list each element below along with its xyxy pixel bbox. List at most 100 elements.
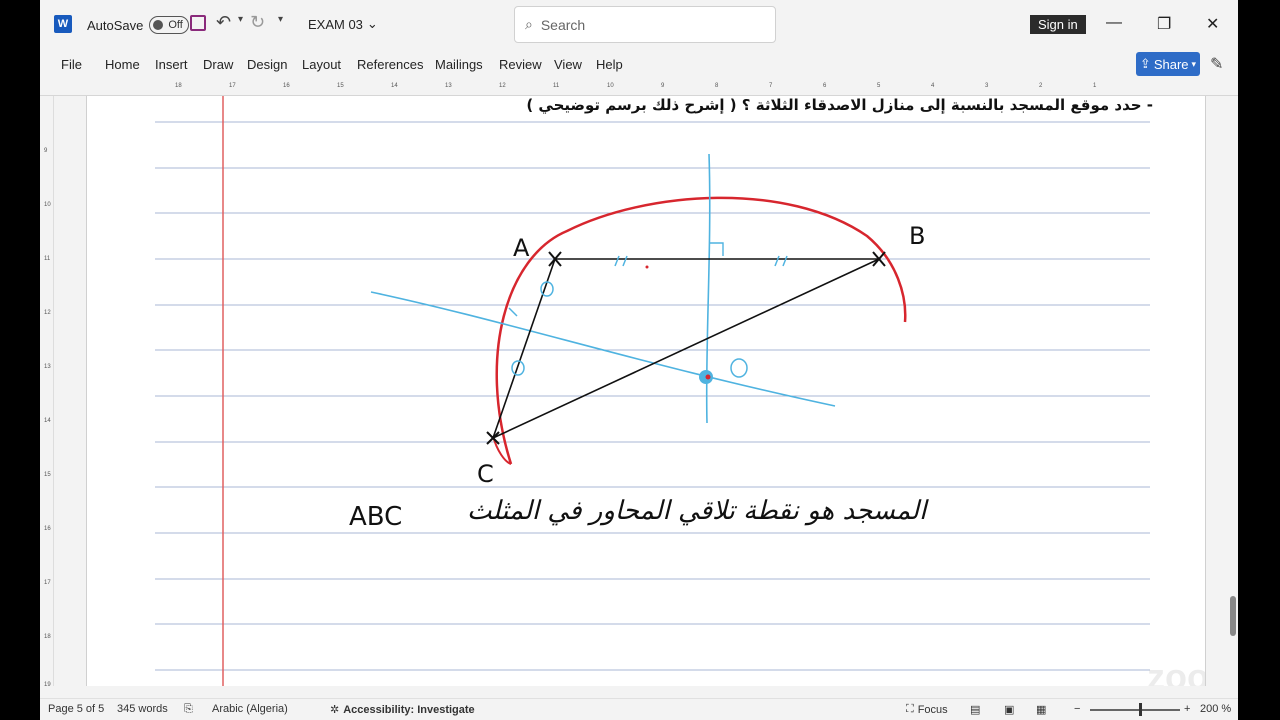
share-button[interactable]: ⇪ Share ▾: [1136, 52, 1200, 76]
share-label: Share: [1153, 56, 1189, 72]
status-bar: Page 5 of 5 345 words ⎘ Arabic (Algeria)…: [40, 698, 1238, 720]
label-b: B: [909, 222, 925, 250]
tab-layout[interactable]: Layout: [302, 57, 341, 72]
stray-dot: [645, 265, 649, 269]
document-title-text: EXAM 03: [308, 16, 363, 32]
tab-view[interactable]: View: [554, 57, 582, 72]
redo-icon[interactable]: ↻: [250, 12, 265, 33]
zoom-in-icon[interactable]: +: [1184, 703, 1190, 715]
search-box[interactable]: ⌕ Search: [514, 6, 776, 43]
tab-references[interactable]: References: [357, 57, 423, 72]
document-title[interactable]: EXAM 03 ⌄: [308, 16, 378, 32]
vertical-ruler[interactable]: 9 10 11 12 13 14 15 16 17 18 19: [40, 96, 54, 688]
focus-button[interactable]: ⛶ Focus: [906, 703, 948, 716]
comment-icon[interactable]: ✎: [1210, 54, 1223, 74]
focus-icon: ⛶: [906, 703, 914, 715]
circumcircle-arc: [495, 196, 907, 465]
chevron-down-icon: ⌄: [366, 16, 378, 31]
zoom-level[interactable]: 200 %: [1200, 703, 1231, 715]
ruler-label: 3: [985, 83, 989, 89]
customize-toolbar-icon[interactable]: ▾: [278, 14, 283, 25]
zoom-slider-knob[interactable]: [1139, 703, 1142, 716]
tab-design[interactable]: Design: [247, 57, 287, 72]
horizontal-ruler[interactable]: 18 17 16 15 14 13 12 11 10 9 8 7 6 5 4 3…: [40, 82, 1238, 96]
tab-home[interactable]: Home: [105, 57, 140, 72]
notebook-drawing: A B C: [155, 96, 1150, 686]
undo-icon[interactable]: ↶: [216, 12, 231, 33]
ruler-label: 4: [931, 83, 935, 89]
triangle-abc: [492, 258, 880, 439]
title-bar: W AutoSave Off ↶ ▾ ↻ ▾ EXAM 03 ⌄ ⌕ Searc…: [40, 0, 1238, 48]
tab-insert[interactable]: Insert: [155, 57, 188, 72]
accessibility-status[interactable]: ✲ Accessibility: Investigate: [330, 703, 475, 717]
ruler-label: 16: [44, 526, 51, 532]
focus-label: Focus: [917, 703, 948, 716]
ruler-label: 13: [44, 364, 51, 370]
read-mode-icon[interactable]: ▤: [970, 703, 980, 716]
search-icon: ⌕: [525, 16, 533, 32]
ribbon-tabs: File Home Insert Draw Design Layout Refe…: [40, 48, 1238, 82]
autosave-label: AutoSave: [87, 17, 144, 33]
proofing-icon[interactable]: ⎘: [184, 703, 193, 716]
web-layout-icon[interactable]: ▦: [1036, 703, 1046, 716]
share-icon: ⇪: [1139, 56, 1151, 71]
search-placeholder: Search: [540, 16, 586, 33]
tab-help[interactable]: Help: [596, 57, 623, 72]
label-c: C: [477, 460, 494, 488]
label-a: A: [513, 234, 530, 262]
accessibility-icon: ✲: [330, 704, 340, 716]
accessibility-label: Accessibility: Investigate: [343, 703, 475, 716]
minimize-icon[interactable]: —: [1106, 14, 1122, 32]
ruler-label: 7: [769, 83, 773, 89]
zoom-watermark: zoom: [1147, 656, 1205, 686]
ruler-label: 15: [337, 83, 344, 89]
autosave-control[interactable]: AutoSave Off: [87, 16, 190, 34]
ruler-label: 1: [1093, 83, 1097, 89]
language-indicator[interactable]: Arabic (Algeria): [212, 703, 288, 715]
ruler-label: 8: [715, 83, 719, 89]
ruler-label: 5: [877, 83, 881, 89]
ruler-label: 11: [553, 83, 560, 89]
word-window: W AutoSave Off ↶ ▾ ↻ ▾ EXAM 03 ⌄ ⌕ Searc…: [40, 0, 1238, 720]
ruler-label: 14: [391, 83, 398, 89]
ruler-label: 17: [44, 580, 51, 586]
bisector-ac: [370, 291, 836, 407]
ruler-label: 11: [44, 256, 51, 262]
ruler-label: 12: [499, 83, 506, 89]
handwritten-answer: المسجد هو نقطة تلاقي المحاور في المثلث: [467, 496, 927, 526]
equal-segment-marks: [511, 281, 748, 378]
zoom-out-icon[interactable]: −: [1074, 703, 1080, 715]
ruler-label: 16: [283, 83, 290, 89]
print-layout-icon[interactable]: ▣: [1004, 703, 1014, 716]
save-icon[interactable]: [190, 15, 206, 31]
zoom-slider[interactable]: [1090, 709, 1180, 711]
word-count[interactable]: 345 words: [117, 703, 168, 715]
document-page[interactable]: A B C - حدد موقع المسجد بالنسبة إلى مناز…: [86, 96, 1206, 686]
ruler-label: 12: [44, 310, 51, 316]
ruler-label: 18: [44, 634, 51, 640]
right-angle-mark: [709, 242, 724, 256]
ruler-label: 10: [44, 202, 51, 208]
autosave-toggle[interactable]: Off: [149, 16, 190, 34]
tab-draw[interactable]: Draw: [203, 57, 233, 72]
ruler-label: 13: [445, 83, 452, 89]
chevron-down-icon: ▾: [1191, 58, 1197, 69]
tab-review[interactable]: Review: [499, 57, 542, 72]
tab-file[interactable]: File: [61, 57, 82, 72]
tab-mailings[interactable]: Mailings: [435, 57, 483, 72]
page-count[interactable]: Page 5 of 5: [48, 703, 104, 715]
ruler-label: 9: [44, 148, 48, 154]
scrollbar-thumb[interactable]: [1230, 596, 1236, 636]
ruler-label: 14: [44, 418, 51, 424]
ruler-label: 17: [229, 83, 236, 89]
close-icon[interactable]: ✕: [1206, 14, 1219, 34]
restore-icon[interactable]: ❐: [1157, 14, 1171, 34]
ruler-label: 19: [44, 682, 51, 688]
ruler-label: 6: [823, 83, 827, 89]
vertical-scrollbar[interactable]: [1228, 96, 1238, 686]
sign-in-button[interactable]: Sign in: [1030, 15, 1086, 34]
ruler-label: 15: [44, 472, 51, 478]
word-logo-icon: W: [54, 15, 72, 33]
ruler-label: 9: [661, 83, 665, 89]
undo-dropdown-icon[interactable]: ▾: [238, 14, 243, 25]
